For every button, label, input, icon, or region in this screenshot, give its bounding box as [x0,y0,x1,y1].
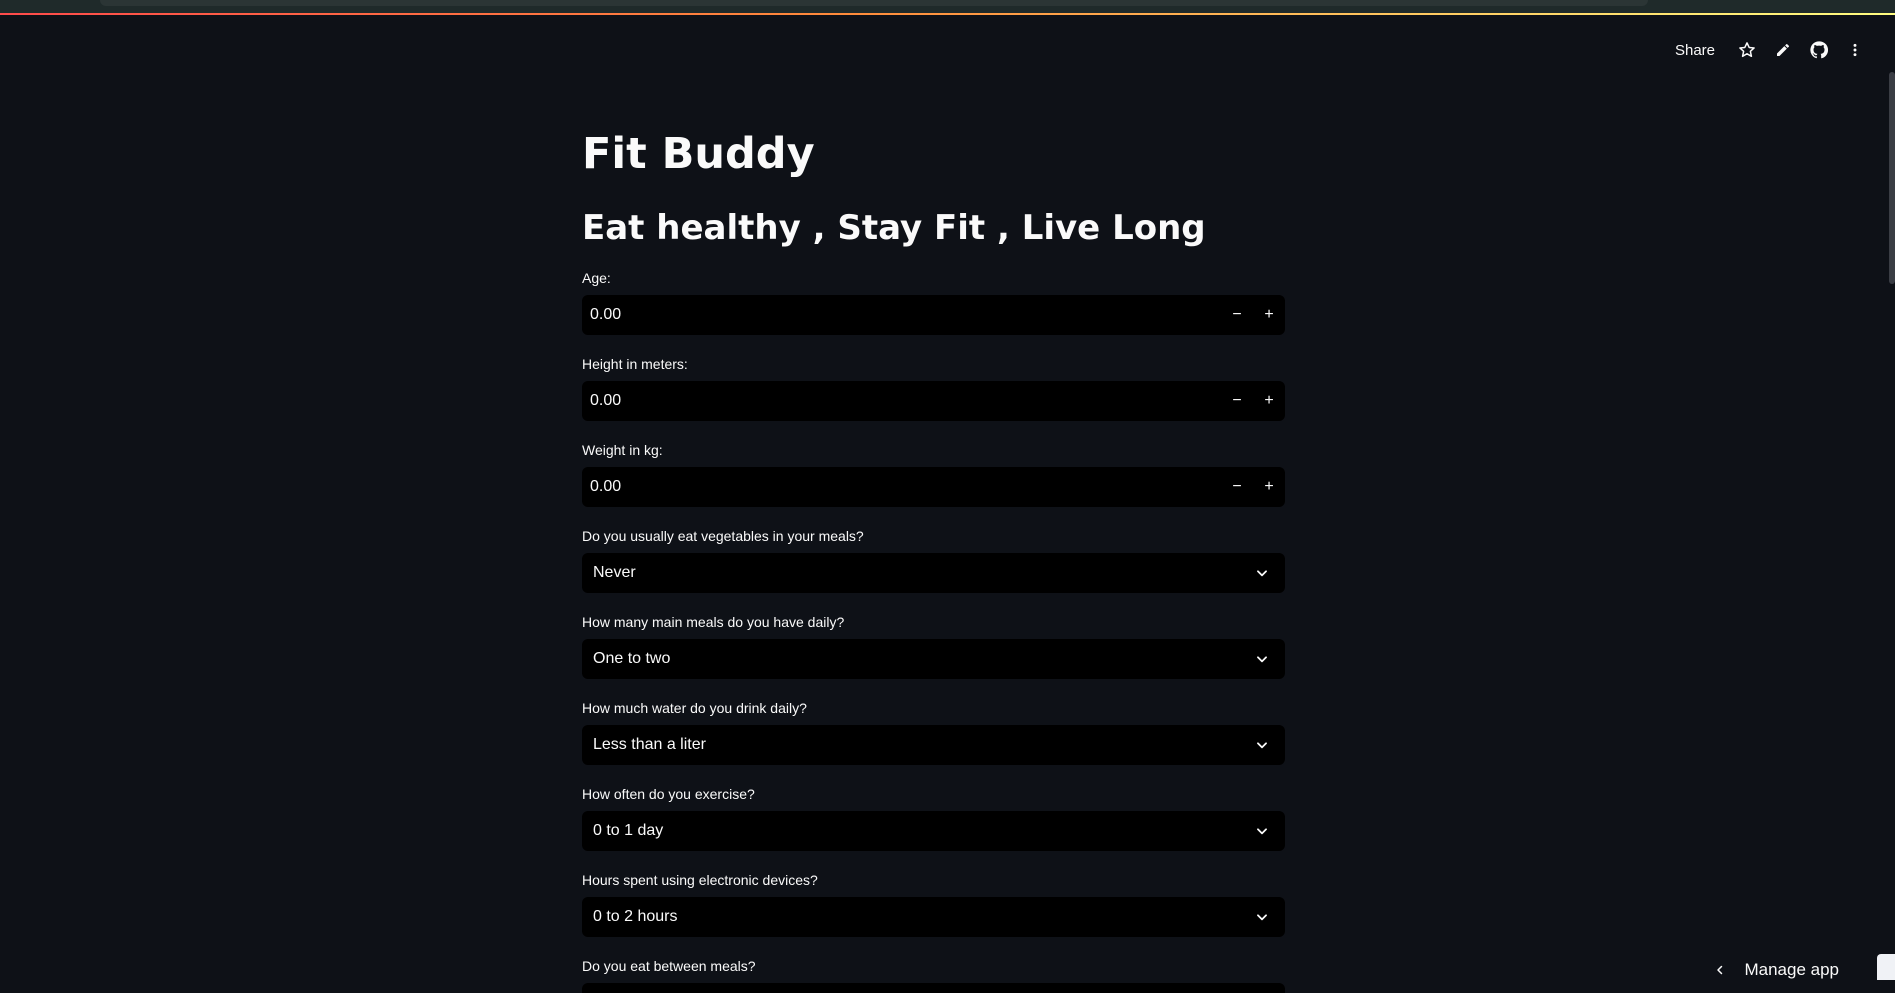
height-decrement-button[interactable]: − [1221,381,1253,421]
browser-tab-strip [100,0,1648,6]
vegetables-label: Do you usually eat vegetables in your me… [582,527,1285,545]
devices-label: Hours spent using electronic devices? [582,871,1285,889]
weight-decrement-button[interactable]: − [1221,467,1253,507]
chevron-left-icon [1714,963,1726,977]
height-input[interactable]: 0.00 − + [582,381,1285,421]
between-meals-label: Do you eat between meals? [582,957,1285,975]
main-meals-selected-value: One to two [593,639,670,679]
main-meals-label: How many main meals do you have daily? [582,613,1285,631]
devices-select[interactable]: 0 to 2 hours [582,897,1285,937]
age-increment-button[interactable]: + [1253,295,1285,335]
edit-icon[interactable] [1773,40,1793,60]
age-input[interactable]: 0.00 − + [582,295,1285,335]
water-selected-value: Less than a liter [593,725,706,765]
water-select[interactable]: Less than a liter [582,725,1285,765]
chevron-down-icon [1255,566,1269,580]
github-icon[interactable] [1809,40,1829,60]
age-label: Age: [582,269,1285,287]
vegetables-select[interactable]: Never [582,553,1285,593]
height-field: Height in meters: 0.00 − + [582,355,1285,421]
chevron-down-icon [1255,738,1269,752]
height-value: 0.00 [590,381,621,421]
manage-app-label: Manage app [1744,960,1839,980]
manage-app-button[interactable]: Manage app [1714,960,1875,980]
exercise-label: How often do you exercise? [582,785,1285,803]
between-meals-field: Do you eat between meals? [582,957,1285,993]
app-subtitle: Eat healthy , Stay Fit , Live Long [582,202,1285,254]
height-increment-button[interactable]: + [1253,381,1285,421]
share-button[interactable]: Share [1675,42,1715,59]
vegetables-selected-value: Never [593,553,636,593]
main-meals-field: How many main meals do you have daily? O… [582,613,1285,679]
page-scrollbar[interactable] [1889,72,1895,284]
water-field: How much water do you drink daily? Less … [582,699,1285,765]
vegetables-field: Do you usually eat vegetables in your me… [582,527,1285,593]
main-content: Fit Buddy Eat healthy , Stay Fit , Live … [582,122,1285,993]
app-decoration-bar [0,13,1895,15]
weight-field: Weight in kg: 0.00 − + [582,441,1285,507]
height-label: Height in meters: [582,355,1285,373]
water-label: How much water do you drink daily? [582,699,1285,717]
main-meals-select[interactable]: One to two [582,639,1285,679]
between-meals-select[interactable] [582,983,1285,993]
weight-increment-button[interactable]: + [1253,467,1285,507]
resize-handle-icon[interactable] [1877,954,1895,980]
weight-input[interactable]: 0.00 − + [582,467,1285,507]
weight-label: Weight in kg: [582,441,1285,459]
browser-top-strip [0,0,1895,14]
age-field: Age: 0.00 − + [582,269,1285,335]
exercise-field: How often do you exercise? 0 to 1 day [582,785,1285,851]
devices-field: Hours spent using electronic devices? 0 … [582,871,1285,937]
chevron-down-icon [1255,910,1269,924]
age-decrement-button[interactable]: − [1221,295,1253,335]
star-icon[interactable] [1737,40,1757,60]
more-vertical-icon[interactable] [1845,40,1865,60]
app-toolbar: Share [1675,38,1865,62]
weight-value: 0.00 [590,467,621,507]
exercise-selected-value: 0 to 1 day [593,811,663,851]
chevron-down-icon [1255,824,1269,838]
age-value: 0.00 [590,295,621,335]
chevron-down-icon [1255,652,1269,666]
devices-selected-value: 0 to 2 hours [593,897,678,937]
exercise-select[interactable]: 0 to 1 day [582,811,1285,851]
app-title: Fit Buddy [582,122,1285,186]
